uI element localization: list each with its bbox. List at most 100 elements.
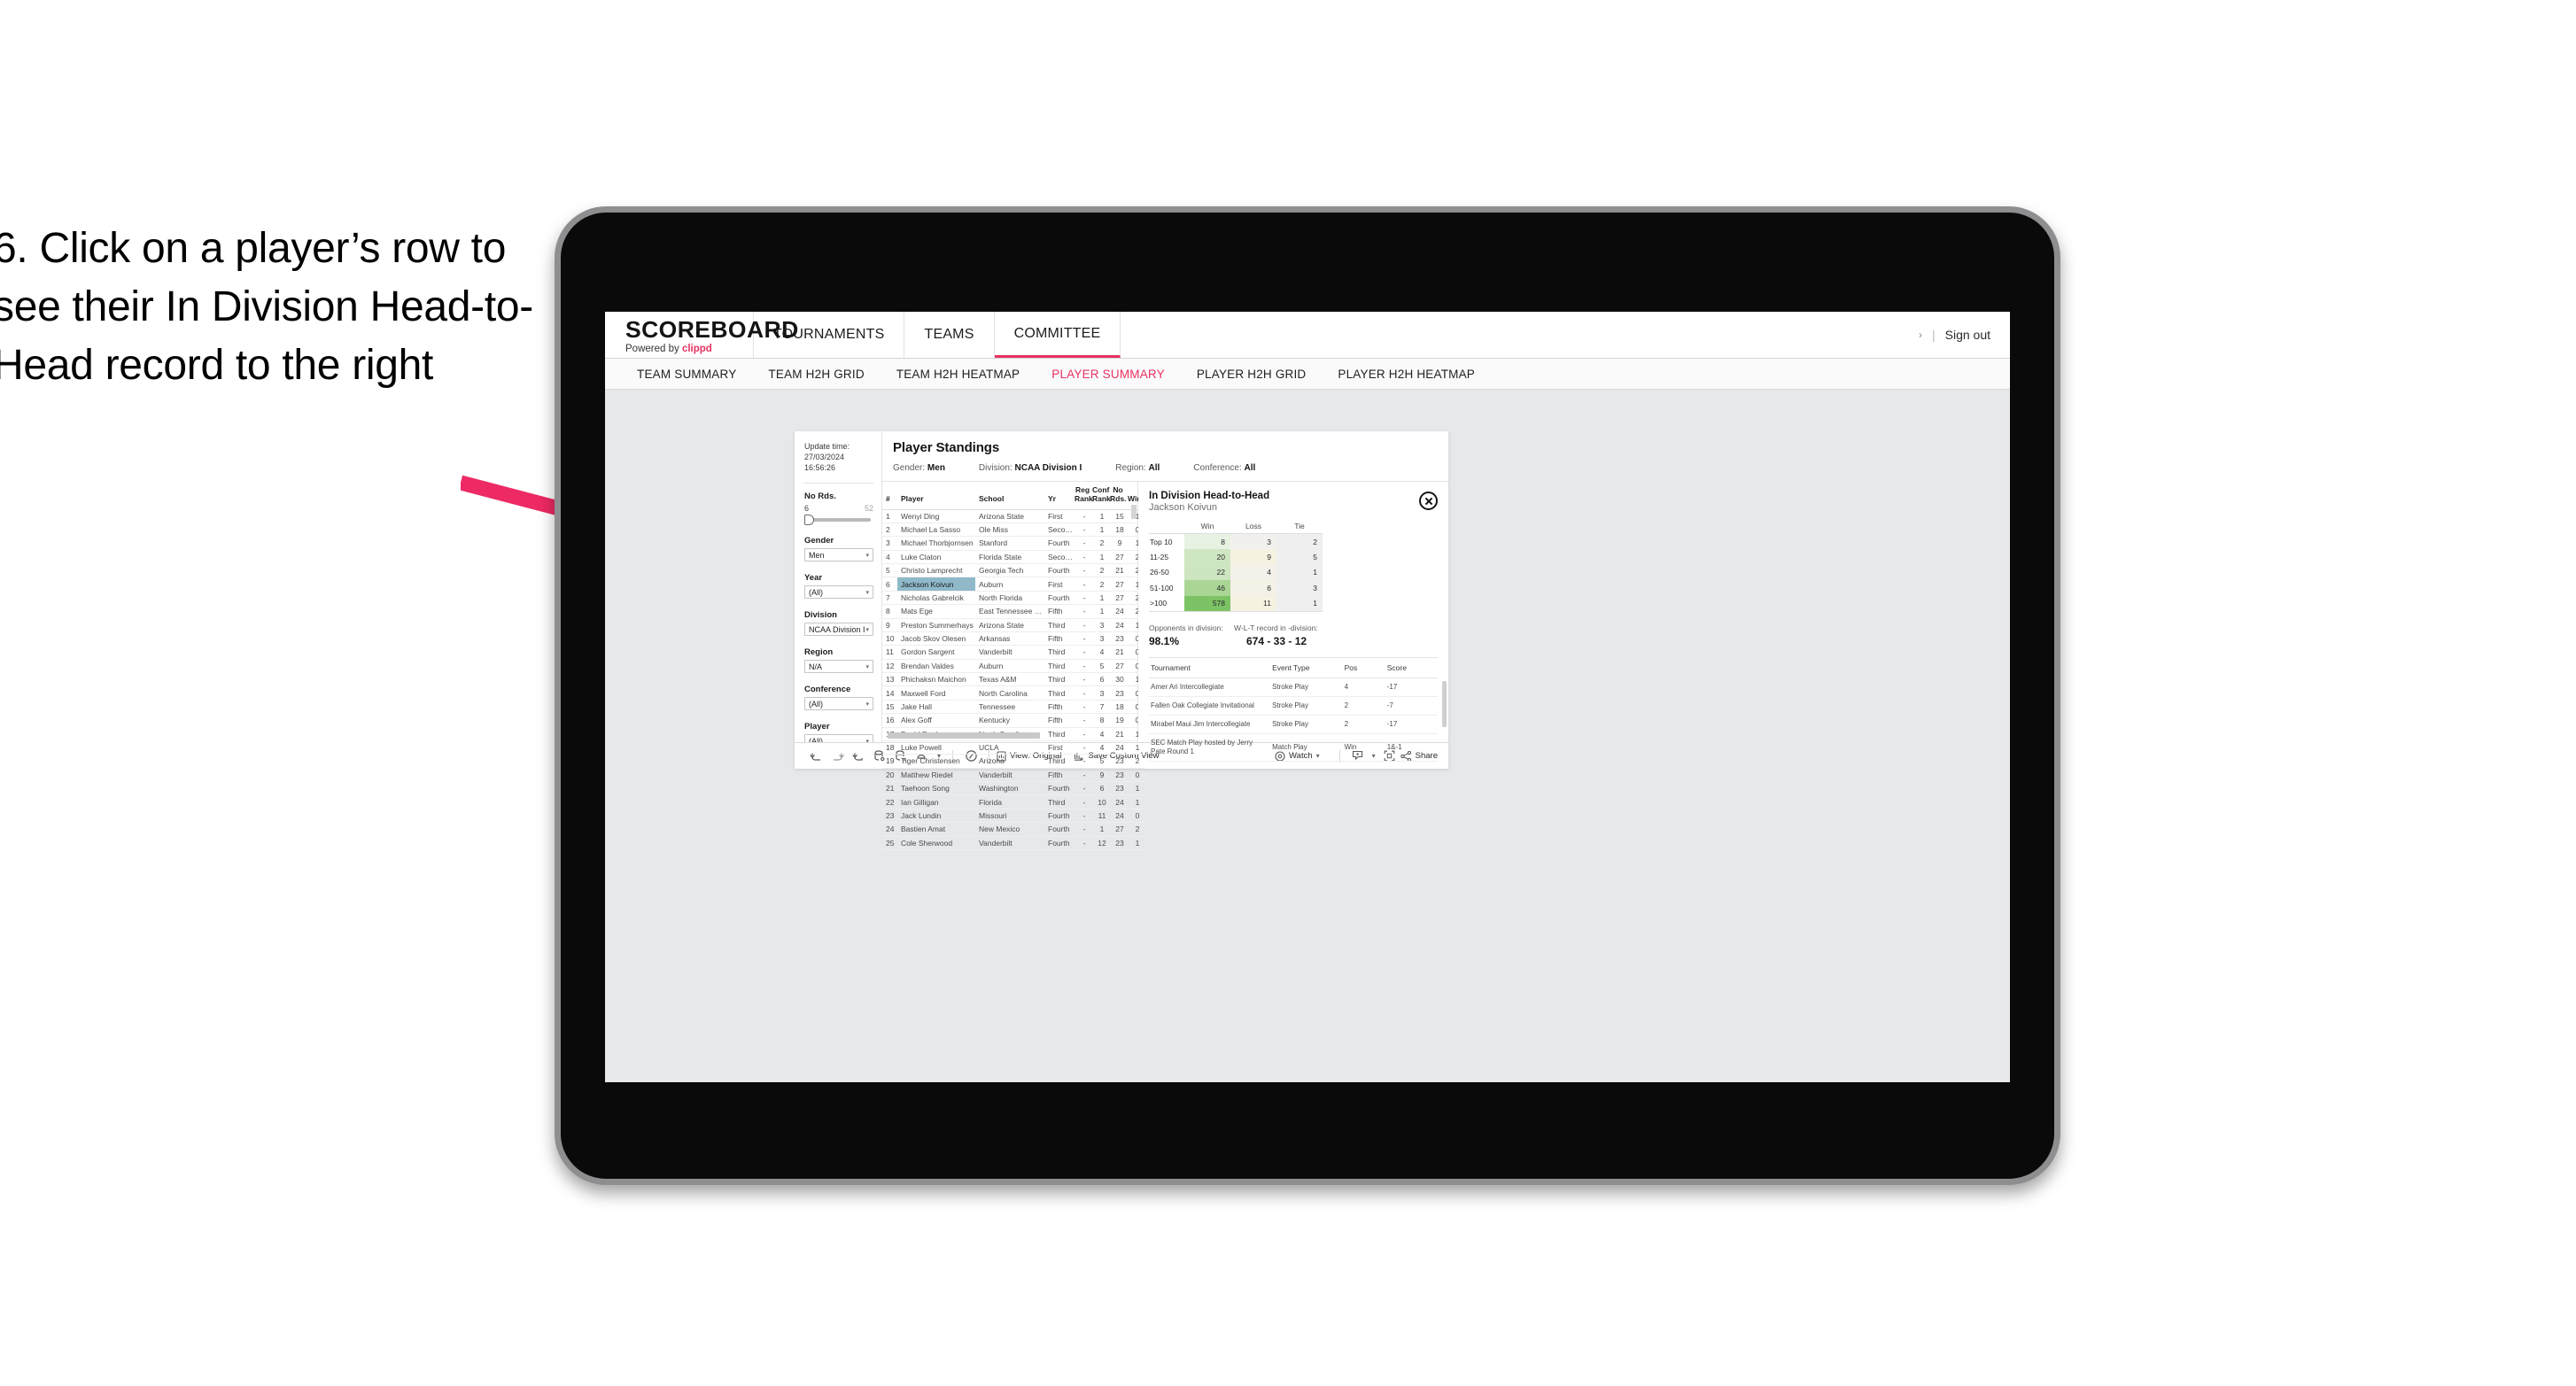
close-icon[interactable] [1419, 492, 1438, 510]
filter-year-label: Year [804, 573, 823, 584]
cell-rank: 22 [882, 794, 897, 809]
filter-conference-select[interactable]: (All) ▾ [804, 697, 873, 711]
table-row[interactable]: 2 Michael La Sasso Ole Miss Second -1 18 0 [882, 523, 1145, 538]
table-row[interactable]: 14 Maxwell Ford North Carolina Third -3 23 0 [882, 685, 1145, 701]
cell-no-rds: 27 [1110, 659, 1128, 674]
filter-gender-select[interactable]: Men ▾ [804, 548, 873, 562]
cell-school: Vanderbilt [975, 768, 1044, 783]
filter-year-select[interactable]: (All) ▾ [804, 585, 873, 600]
col-player[interactable]: Player [897, 482, 975, 510]
cell-conf-rank: 4 [1092, 727, 1110, 741]
cell-no-rds: 24 [1110, 794, 1128, 809]
cell-player: Jack Lundin [897, 809, 975, 824]
cell-conf-rank: 1 [1092, 591, 1110, 606]
table-row[interactable]: 16 Alex Goff Kentucky Fifth -8 19 0 [882, 713, 1145, 728]
col-school[interactable]: School [975, 482, 1044, 510]
cell-conf-rank: 5 [1092, 754, 1110, 769]
cell-conf-rank: 5 [1092, 659, 1110, 674]
table-row[interactable]: 25 Cole Sherwood Vanderbilt Fourth -12 23 1 [882, 836, 1145, 850]
cell-school: Washington [975, 781, 1044, 796]
nav-item-committee[interactable]: COMMITTEE [994, 312, 1121, 358]
table-row[interactable]: 1 Wenyi Ding Arizona State First -1 15 1 [882, 509, 1145, 523]
table-row[interactable]: 11 Gordon Sargent Vanderbilt Third -4 21 0 [882, 645, 1145, 660]
col-rank[interactable]: # [882, 482, 897, 510]
table-row[interactable]: 3 Michael Thorbjornsen Stanford Fourth -2 9 1 [882, 536, 1145, 551]
table-row[interactable]: 24 Bastien Amat New Mexico Fourth -1 27 2 [882, 822, 1145, 837]
table-row[interactable]: 9 Preston Summerhays Arizona State Third -3 2… [882, 618, 1145, 632]
cell-rank: 3 [882, 536, 897, 551]
cell-yr: Fifth [1044, 700, 1075, 715]
table-row[interactable]: 15 Jake Hall Tennessee Fifth -7 18 0 [882, 700, 1145, 715]
no-rds-slider-handle[interactable] [804, 515, 814, 526]
col-event-type[interactable]: Event Type [1270, 657, 1343, 678]
table-row[interactable]: 20 Matthew Riedel Vanderbilt Fifth -9 23 0 [882, 768, 1145, 783]
cell-reg-rank: - [1075, 591, 1092, 606]
col-yr[interactable]: Yr [1044, 482, 1075, 510]
revert-icon[interactable] [848, 747, 869, 765]
cell-tournament: Fallen Oak Collegiate Invitational [1149, 696, 1271, 716]
col-no-rds[interactable]: No Rds. [1110, 482, 1128, 510]
col-reg-rank[interactable]: Reg Rank [1075, 482, 1093, 510]
h2h-row-label: >100 [1149, 595, 1184, 612]
sign-out-link[interactable]: Sign out [1945, 328, 1990, 342]
panel-split: # Player School Yr Reg Rank Conf Rank No… [882, 481, 1448, 850]
h2h-title: In Division Head-to-Head [1149, 491, 1270, 501]
main-panel: Player Standings Gender: Men Division: N… [882, 431, 1448, 850]
no-rds-max: 52 [864, 504, 873, 514]
tab-player-h2h-heatmap[interactable]: PLAYER H2H HEATMAP [1322, 368, 1491, 381]
table-row[interactable]: 8Mats EgeEast Tennessee StateFifth-1242 [882, 604, 1145, 619]
cell-event-type: Match Play [1270, 733, 1343, 762]
cell-event-type: Stroke Play [1270, 696, 1343, 716]
tournament-row[interactable]: Fallen Oak Collegiate Invitational Stroke… [1149, 696, 1438, 716]
tab-player-summary[interactable]: PLAYER SUMMARY [1036, 368, 1181, 381]
table-row[interactable]: 21 Taehoon Song Washington Fourth -6 23 1 [882, 781, 1145, 796]
col-conf-rank[interactable]: Conf Rank [1092, 482, 1111, 510]
tab-team-h2h-heatmap[interactable]: TEAM H2H HEATMAP [881, 368, 1036, 381]
h2h-row-label: 26-50 [1150, 568, 1169, 577]
cell-rank: 15 [882, 700, 897, 715]
nav-item-teams[interactable]: TEAMS [904, 312, 995, 358]
table-row[interactable]: 10 Jacob Skov Olesen Arkansas Fifth -3 23 0 [882, 631, 1145, 647]
cell-school: Florida State [975, 550, 1044, 565]
table-row[interactable]: 13 Phichaksn Maichon Texas A&M Third -6 30 1 [882, 672, 1145, 687]
cell-school: Missouri [975, 809, 1044, 824]
table-row[interactable]: 22 Ian Gilligan Florida Third -10 24 1 [882, 794, 1145, 809]
table-row[interactable]: 18 Luke Powell UCLA First -4 24 1 [882, 740, 1145, 755]
tab-team-h2h-grid[interactable]: TEAM H2H GRID [752, 368, 880, 381]
filter-region-select[interactable]: N/A ▾ [804, 660, 873, 674]
tournament-row[interactable]: SEC Match Play hosted by Jerry Pate Roun… [1149, 733, 1438, 762]
cell-reg-rank: - [1075, 550, 1092, 565]
cell-conf-rank: 1 [1092, 604, 1110, 619]
col-score[interactable]: Score [1385, 657, 1438, 678]
table-row[interactable]: 5 Christo Lamprecht Georgia Tech Fourth -2 21… [882, 563, 1145, 578]
tab-team-summary[interactable]: TEAM SUMMARY [621, 368, 752, 381]
tournament-row[interactable]: Mirabel Maui Jim Intercollegiate Stroke P… [1149, 715, 1438, 734]
cell-event-type: Stroke Play [1270, 715, 1343, 734]
standings-horizontal-scrollbar[interactable] [888, 732, 1040, 739]
cell-pos: 2 [1342, 696, 1385, 716]
no-rds-slider[interactable] [804, 515, 871, 526]
undo-icon[interactable] [805, 747, 826, 765]
redo-icon[interactable] [826, 747, 848, 765]
col-pos[interactable]: Pos [1342, 657, 1385, 678]
cell-player: Alex Goff [897, 713, 975, 728]
chevron-right-icon[interactable]: › [1919, 329, 1922, 341]
table-row[interactable]: 4 Luke Claton Florida State Second -1 27 2 [882, 550, 1145, 565]
tournament-row[interactable]: Amer Ari Intercollegiate Stroke Play 4 -17 [1149, 678, 1438, 697]
table-row[interactable]: 12 Brendan Valdes Auburn Third -5 27 0 [882, 659, 1145, 674]
h2h-row-label: 11-25 [1150, 552, 1169, 561]
tournament-vertical-scrollbar[interactable] [1442, 680, 1447, 727]
table-row[interactable]: 19 Tiger Christensen Arizona Third -5 23 2 [882, 754, 1145, 769]
table-row[interactable]: 7 Nicholas Gabrelcik North Florida Fourth -1… [882, 591, 1145, 606]
table-row[interactable]: 23 Jack Lundin Missouri Fourth -11 24 0 [882, 809, 1145, 824]
filter-division-select[interactable]: NCAA Division I ▾ [804, 623, 873, 637]
col-tournament[interactable]: Tournament [1149, 657, 1271, 678]
standings-vertical-scrollbar[interactable] [1131, 505, 1137, 519]
cell-conf-rank: 10 [1092, 794, 1110, 809]
standings-table-container: # Player School Yr Reg Rank Conf Rank No… [882, 482, 1145, 850]
cell-score: -17 [1385, 678, 1438, 697]
tab-player-h2h-grid[interactable]: PLAYER H2H GRID [1181, 368, 1323, 381]
cell-conf-rank: 1 [1092, 523, 1110, 538]
cell-school: Arizona State [975, 509, 1044, 523]
table-row[interactable]: 6 Jackson Koivun Auburn First -2 27 1 [882, 577, 1145, 592]
